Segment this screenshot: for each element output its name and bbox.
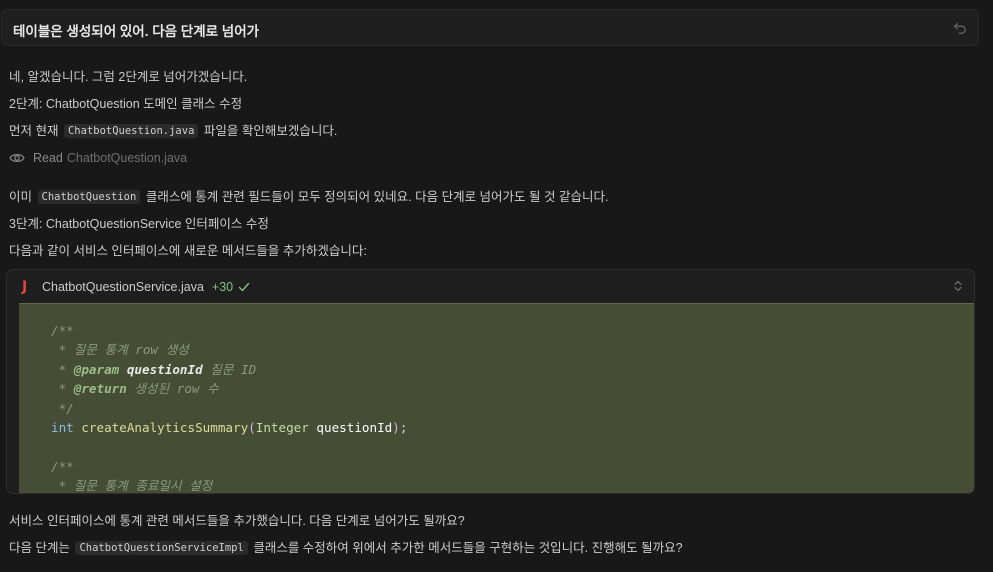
code-comment: */ xyxy=(51,400,74,416)
read-file-action[interactable]: Read ChatbotQuestion.java xyxy=(9,151,187,165)
code-function: createAnalyticsSummary xyxy=(81,420,249,436)
code-type: Integer xyxy=(255,420,309,436)
reply-line-8: 다음 단계는 ChatbotQuestionServiceImpl 클래스를 수… xyxy=(9,537,683,556)
reply-line-4: 이미 ChatbotQuestion 클래스에 통계 관련 필드들이 모두 정의… xyxy=(9,186,608,205)
reply-text: 클래스에 통계 관련 필드들이 모두 정의되어 있네요. 다음 단계로 넘어가도… xyxy=(145,190,609,204)
reply-line-2: 2단계: ChatbotQuestion 도메인 클래스 수정 xyxy=(9,97,243,111)
read-label: Read xyxy=(33,151,63,165)
java-icon: J xyxy=(22,278,28,295)
code-comment: 생성된 row 수 xyxy=(134,381,219,397)
reply-line-7: 서비스 인터페이스에 통계 관련 메서드들을 추가했습니다. 다음 단계로 넘어… xyxy=(9,514,465,528)
added-lines-count: +30 xyxy=(211,279,234,294)
inline-code-chip: ChatbotQuestionServiceImpl xyxy=(75,541,248,555)
code-doc-tag: @param xyxy=(73,361,120,377)
inline-code-chip: ChatbotQuestion.java xyxy=(63,124,199,138)
code-param: questionId xyxy=(316,420,393,436)
user-message-bubble: 테이블은 생성되어 있어. 다음 단계로 넘어가 xyxy=(1,9,979,46)
reply-text: 먼저 현재 xyxy=(9,124,59,138)
user-message-text: 테이블은 생성되어 있어. 다음 단계로 넘어가 xyxy=(13,24,260,39)
code-diff-body: /** * 질문 통계 row 생성 * @param questionId 질… xyxy=(19,303,974,493)
code-comment: * 질문 통계 row 생성 xyxy=(51,342,189,358)
code-file-name[interactable]: ChatbotQuestionService.java xyxy=(42,280,204,294)
inline-code-chip: ChatbotQuestion xyxy=(37,190,141,204)
reply-text: 이미 xyxy=(9,190,33,204)
code-keyword: int xyxy=(51,420,74,436)
code-doc-param: questionId xyxy=(126,361,203,377)
code-block-header[interactable]: J ChatbotQuestionService.java +30 xyxy=(7,270,974,303)
code-comment: 질문 ID xyxy=(210,361,257,377)
code-doc-tag: @return xyxy=(73,381,127,397)
undo-icon[interactable] xyxy=(951,19,969,37)
eye-icon xyxy=(9,154,25,162)
reply-text: 파일을 확인해보겠습니다. xyxy=(203,124,338,138)
code-edit-block: J ChatbotQuestionService.java +30 /** * … xyxy=(6,269,975,494)
reply-line-3: 먼저 현재 ChatbotQuestion.java 파일을 확인해보겠습니다. xyxy=(9,120,337,139)
check-icon xyxy=(238,282,250,291)
code-content: /** * 질문 통계 row 생성 * @param questionId 질… xyxy=(51,323,408,494)
read-file-name[interactable]: ChatbotQuestion.java xyxy=(67,151,187,165)
reply-line-5: 3단계: ChatbotQuestionService 인터페이스 수정 xyxy=(9,217,269,231)
code-comment: /** xyxy=(51,323,74,338)
reply-line-6: 다음과 같이 서비스 인터페이스에 새로운 메서드들을 추가하겠습니다: xyxy=(9,244,367,258)
code-comment: /** xyxy=(51,458,74,474)
reply-line-1: 네, 알겠습니다. 그럼 2단계로 넘어가겠습니다. xyxy=(9,70,248,84)
reply-text: 다음 단계는 xyxy=(9,541,70,555)
code-comment: * 질문 통계 종료일시 설정 xyxy=(51,478,213,494)
reply-text: 클래스를 수정하여 위에서 추가한 메서드들을 구현하는 것입니다. 진행해도 … xyxy=(253,541,683,555)
expand-collapse-icon[interactable] xyxy=(951,279,965,293)
